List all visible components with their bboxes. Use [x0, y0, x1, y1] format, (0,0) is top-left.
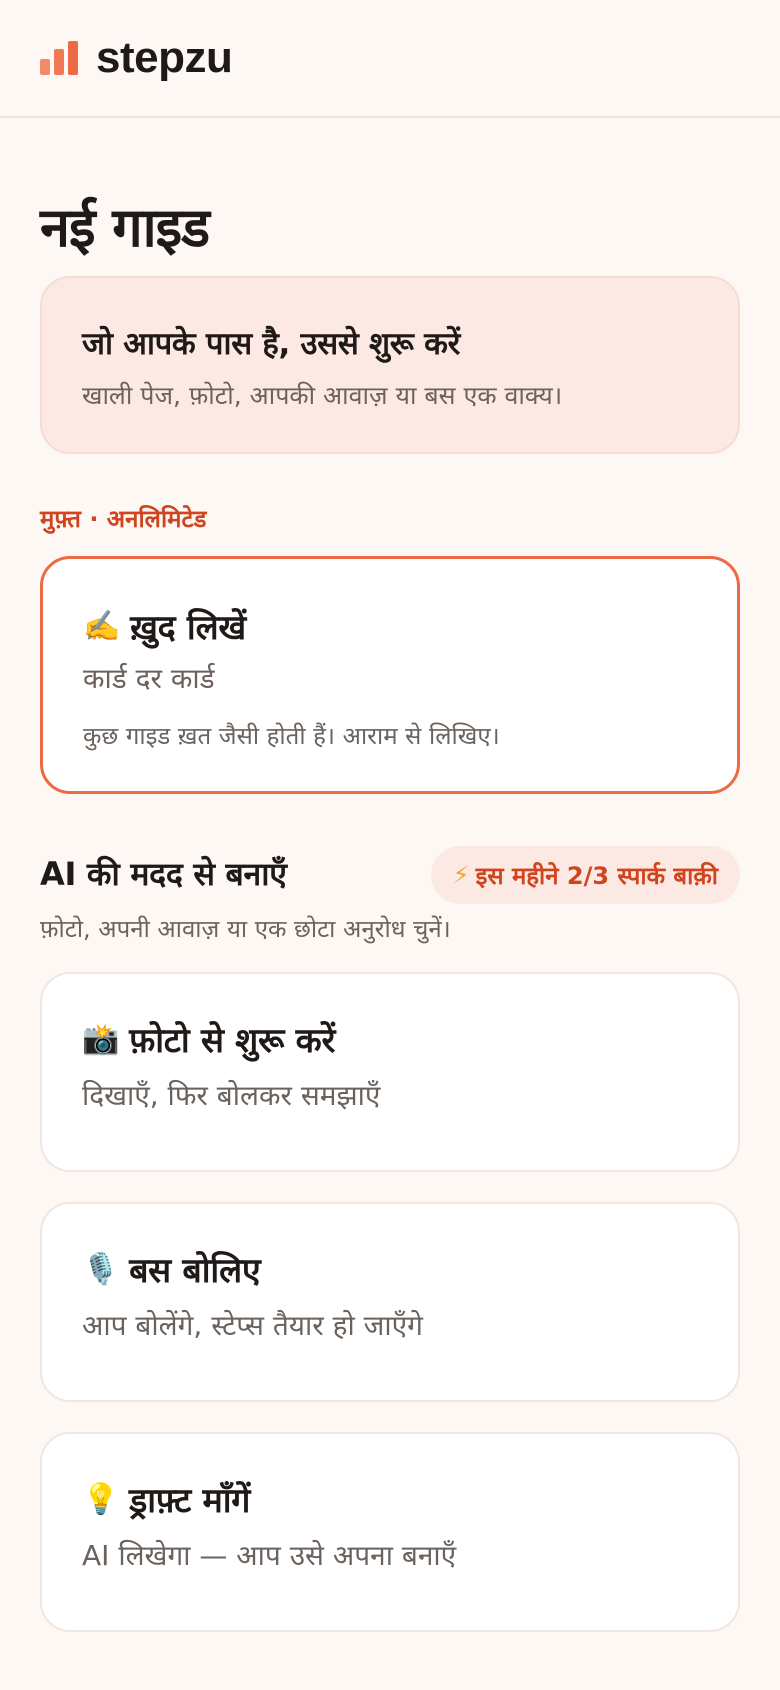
ai-section-heading: AI की मदद से बनाएँ [40, 855, 287, 893]
draft-option-title: ड्राफ़्ट माँगें [129, 1481, 251, 1521]
voice-option[interactable]: 🎙️ बस बोलिए आप बोलेंगे, स्टेप्स तैयार हो… [40, 1202, 740, 1402]
photo-option-title: फ़ोटो से शुरू करें [129, 1021, 336, 1061]
bar-chart-logo-icon [40, 41, 78, 75]
camera-icon: 📸 [82, 1021, 120, 1057]
draft-option-title-row: 💡 ड्राफ़्ट माँगें [82, 1476, 250, 1522]
voice-option-title-row: 🎙️ बस बोलिए [82, 1246, 261, 1292]
spark-count-text: इस महीने 2/3 स्पार्क बाक़ी [475, 861, 718, 890]
write-yourself-option[interactable]: ✍️ ख़ुद लिखें कार्ड दर कार्ड कुछ गाइड ख़… [40, 556, 740, 794]
draft-option-subtitle: AI लिखेगा — आप उसे अपना बनाएँ [82, 1539, 457, 1572]
spark-count-badge: ⚡ इस महीने 2/3 स्पार्क बाक़ी [430, 846, 740, 904]
writing-hand-icon: ✍️ [83, 608, 121, 644]
top-bar: stepzu [0, 0, 780, 118]
microphone-icon: 🎙️ [82, 1251, 120, 1287]
write-option-title: ख़ुद लिखें [130, 608, 246, 648]
photo-start-option[interactable]: 📸 फ़ोटो से शुरू करें दिखाएँ, फिर बोलकर स… [40, 972, 740, 1172]
photo-option-title-row: 📸 फ़ोटो से शुरू करें [82, 1016, 335, 1062]
intro-title: जो आपके पास है, उससे शुरू करें [82, 326, 460, 362]
lightning-icon: ⚡ [452, 861, 470, 889]
intro-card: जो आपके पास है, उससे शुरू करें खाली पेज,… [40, 276, 740, 454]
draft-request-option[interactable]: 💡 ड्राफ़्ट माँगें AI लिखेगा — आप उसे अपन… [40, 1432, 740, 1632]
light-bulb-icon: 💡 [82, 1481, 120, 1517]
page-title: नई गाइड [40, 196, 210, 259]
write-option-note: कुछ गाइड ख़त जैसी होती हैं। आराम से लिखि… [83, 722, 500, 750]
voice-option-title: बस बोलिए [129, 1251, 261, 1291]
free-section-label: मुफ़्त · अनलिमिटेड [40, 505, 207, 533]
write-option-title-row: ✍️ ख़ुद लिखें [83, 603, 246, 649]
voice-option-subtitle: आप बोलेंगे, स्टेप्स तैयार हो जाएँगे [82, 1309, 423, 1342]
brand-name[interactable]: stepzu [96, 33, 233, 83]
photo-option-subtitle: दिखाएँ, फिर बोलकर समझाएँ [82, 1079, 381, 1112]
write-option-subtitle: कार्ड दर कार्ड [83, 662, 215, 695]
ai-section-subtitle: फ़ोटो, अपनी आवाज़ या एक छोटा अनुरोध चुने… [40, 915, 451, 943]
intro-subtitle: खाली पेज, फ़ोटो, आपकी आवाज़ या बस एक वाक… [82, 381, 563, 410]
